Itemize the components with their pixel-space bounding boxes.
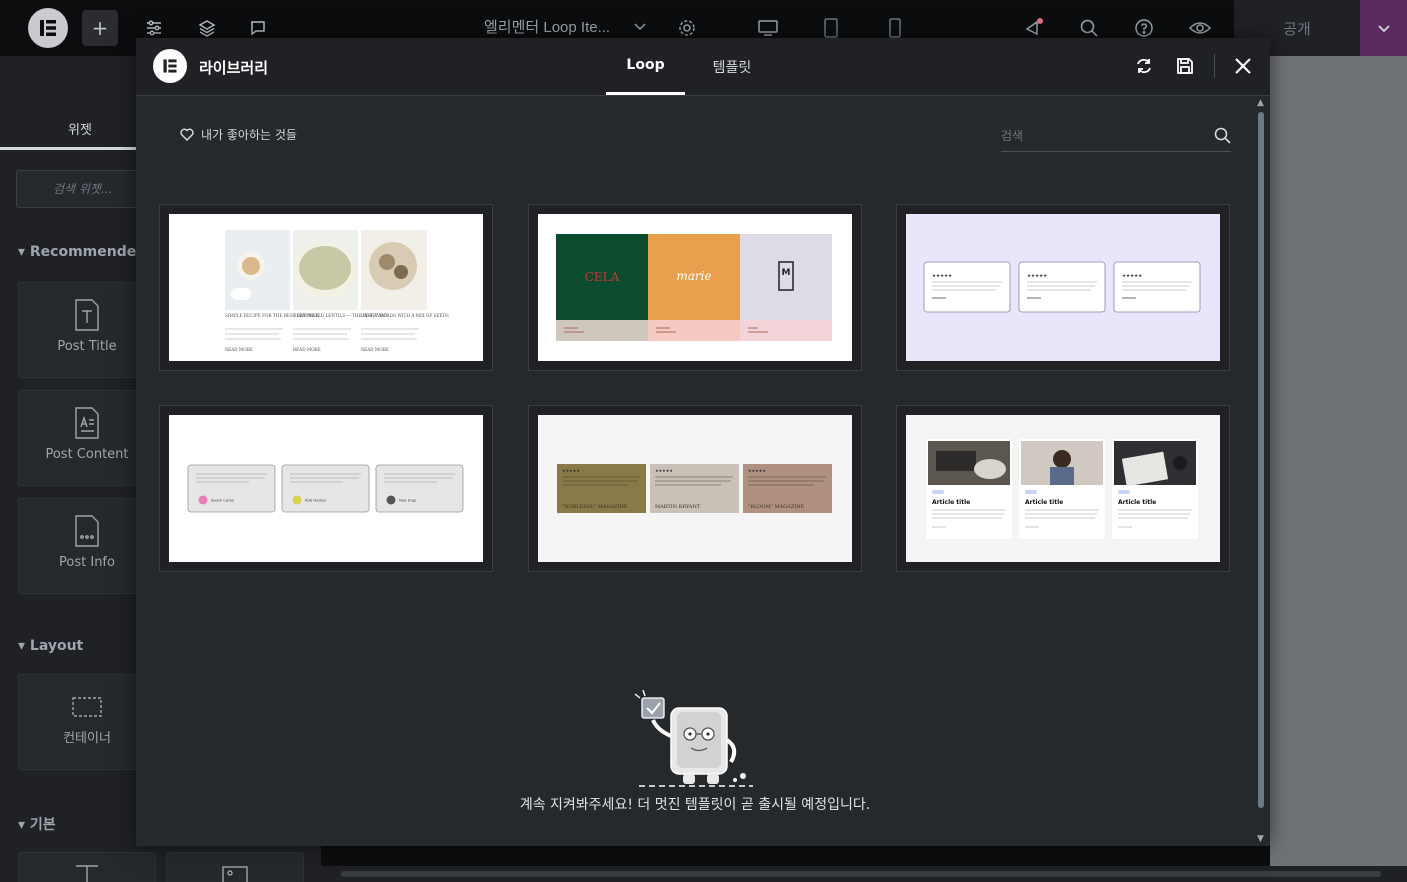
stars-1: ★★★★★: [562, 468, 580, 473]
post-title-icon: [75, 299, 99, 331]
container-icon: [72, 697, 102, 717]
template-preview-image: ★★★★★ ★★★★★ ★★★★★ "NOBLESSE" MAGAZINE MA…: [538, 415, 852, 562]
section-title: 기본: [29, 817, 56, 833]
article-title-1: Article title: [932, 499, 970, 506]
library-search: [1001, 122, 1231, 152]
section-title: Recommended: [29, 244, 147, 260]
stars-3: ★★★★★: [1122, 273, 1142, 279]
post-info-icon: [75, 515, 99, 547]
stars-3: ★★★★★: [748, 468, 766, 473]
modal-header: 라이브러리 Loop 템플릿: [136, 38, 1270, 96]
template-grid: SIMPLE RECIPE FOR THE BEST OAT MILK GERM…: [159, 204, 1231, 574]
template-preview-image: Article title Article title Article titl…: [906, 415, 1220, 562]
reviewer-name-2: Rob Harbor: [305, 498, 327, 503]
widget-heading[interactable]: [18, 852, 156, 882]
library-title: 라이브러리: [199, 59, 269, 77]
template-card-articles[interactable]: Article title Article title Article titl…: [896, 405, 1230, 572]
editor-canvas: [1270, 56, 1407, 866]
image-icon: [222, 866, 248, 882]
tab-templates[interactable]: 템플릿: [699, 38, 765, 95]
widget-label: 컨테이너: [63, 731, 111, 746]
library-search-input[interactable]: [1001, 122, 1201, 150]
post-content-icon: [75, 407, 99, 439]
reviewer-name-3: Noa Ergo: [399, 498, 417, 503]
section-layout[interactable]: ▾ Layout: [18, 638, 83, 654]
scrollbar-thumb[interactable]: [1258, 112, 1264, 808]
read-more-2: READ MORE: [293, 347, 321, 352]
read-more-3: READ MORE: [361, 347, 389, 352]
magazine-name-1: "NOBLESSE" MAGAZINE: [562, 504, 628, 510]
section-recommended[interactable]: ▾ Recommended: [18, 244, 146, 260]
close-icon[interactable]: [1231, 54, 1255, 78]
save-template-icon[interactable]: [1173, 54, 1197, 78]
brand-m: M: [782, 268, 791, 278]
document-title[interactable]: 엘리멘터 Loop Ite...: [484, 16, 610, 37]
article-title-2: Article title: [1025, 499, 1063, 506]
template-preview-image: ★★★★★ ★★★★★ ★★★★★: [906, 214, 1220, 361]
horizontal-scrollbar[interactable]: [321, 866, 1407, 882]
heading-icon: [76, 865, 98, 882]
favorites-label: 내가 좋아하는 것들: [201, 128, 297, 142]
library-scrollbar[interactable]: ▲ ▼: [1254, 96, 1270, 846]
brand-cela: CELA: [585, 270, 620, 284]
stars-2: ★★★★★: [655, 468, 673, 473]
tab-loop[interactable]: Loop: [606, 38, 685, 95]
elementor-logo-icon[interactable]: [28, 8, 68, 48]
coming-soon-message: 계속 지켜봐주세요! 더 멋진 템플릿이 곧 출시될 예정입니다.: [519, 797, 871, 813]
sync-refresh-icon[interactable]: [1132, 54, 1156, 78]
widget-label: Post Title: [57, 339, 117, 354]
section-title: Layout: [29, 638, 84, 654]
widget-label: Post Info: [59, 555, 115, 570]
template-preview-image: SIMPLE RECIPE FOR THE BEST OAT MILK GERM…: [169, 214, 483, 361]
template-card-recipe[interactable]: SIMPLE RECIPE FOR THE BEST OAT MILK GERM…: [159, 204, 493, 371]
template-card-magazines[interactable]: ★★★★★ ★★★★★ ★★★★★ "NOBLESSE" MAGAZINE MA…: [528, 405, 862, 572]
template-card-testimonials-lavender[interactable]: ★★★★★ ★★★★★ ★★★★★: [896, 204, 1230, 371]
reviewer-name-1: Sarah Carey: [211, 498, 235, 503]
scroll-down-icon[interactable]: ▼: [1257, 834, 1264, 844]
stars-2: ★★★★★: [1027, 273, 1047, 279]
template-card-testimonials-gray[interactable]: Sarah Carey Rob Harbor Noa Ergo: [159, 405, 493, 572]
add-element-icon[interactable]: +: [82, 10, 118, 46]
read-more-1: READ MORE: [225, 347, 253, 352]
article-title-3: Article title: [1118, 499, 1156, 506]
stars-1: ★★★★★: [932, 273, 952, 279]
recipe-title-3: EASY AVOCADO WITH A MIX OF SEEDS: [361, 313, 449, 318]
template-library-modal: 라이브러리 Loop 템플릿 내가 좋아하는 것들 검색 SIMPLE RECI…: [136, 38, 1270, 846]
publish-options-chevron-icon[interactable]: [1360, 0, 1407, 56]
elementor-logo-icon: [153, 49, 187, 83]
section-basic[interactable]: ▾ 기본: [18, 814, 56, 834]
widget-image[interactable]: [166, 852, 304, 882]
elementor-editor: + 엘리멘터 Loop Ite... 공개 위젯 검색 위젯... ▾ Reco…: [0, 0, 1407, 882]
coming-soon-illustration: [631, 689, 761, 790]
template-preview-image: CELA marie M: [538, 214, 852, 361]
header-divider: [1214, 54, 1215, 78]
widget-label: Post Content: [45, 447, 129, 462]
search-icon[interactable]: [1214, 127, 1231, 148]
template-card-brands[interactable]: CELA marie M: [528, 204, 862, 371]
scroll-up-icon[interactable]: ▲: [1257, 98, 1264, 108]
heart-icon: [180, 128, 194, 141]
brand-marie: marie: [676, 269, 711, 283]
magazine-name-3: "BLOOM" MAGAZINE: [748, 504, 805, 510]
favorites-filter[interactable]: 내가 좋아하는 것들: [180, 126, 297, 143]
magazine-name-2: MARTIN BRYANT: [655, 504, 701, 510]
template-preview-image: Sarah Carey Rob Harbor Noa Ergo: [169, 415, 483, 562]
chevron-down-icon[interactable]: [633, 18, 647, 37]
